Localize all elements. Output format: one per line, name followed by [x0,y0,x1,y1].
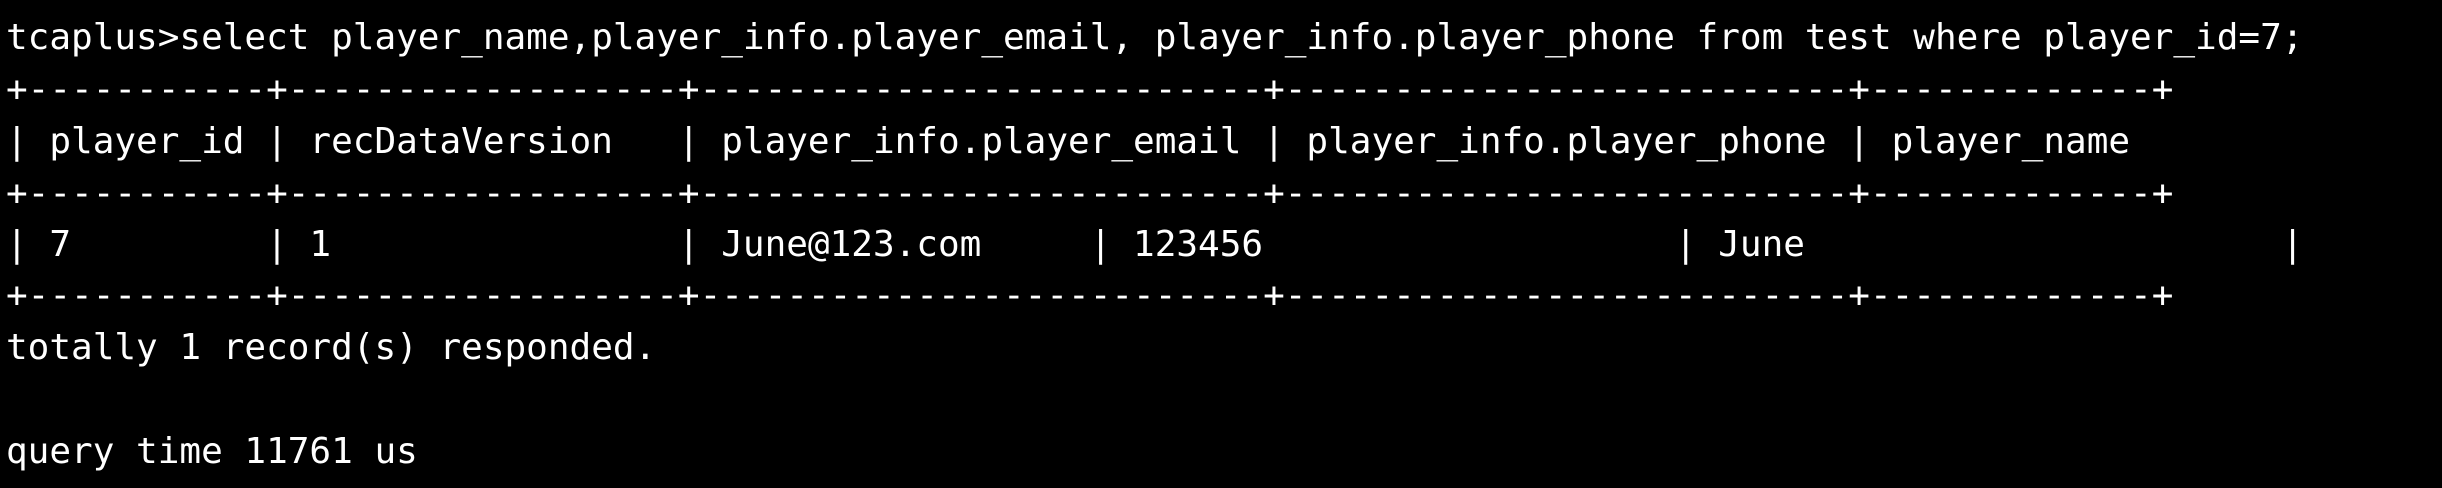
table-border-mid: +-----------+------------------+--------… [6,173,2174,214]
table-border-bottom: +-----------+------------------+--------… [6,275,2174,316]
table-header-row: | player_id | recDataVersion | player_in… [6,121,2131,162]
table-row: | 7 | 1 | June@123.com | 123456 | June | [6,224,2304,265]
command-line: tcaplus>select player_name,player_info.p… [6,17,2304,58]
query-time: query time 11761 us [6,431,418,472]
table-border-top: +-----------+------------------+--------… [6,69,2174,110]
terminal-window[interactable]: tcaplus>select player_name,player_info.p… [6,0,2436,488]
result-summary: totally 1 record(s) responded. [6,327,657,368]
